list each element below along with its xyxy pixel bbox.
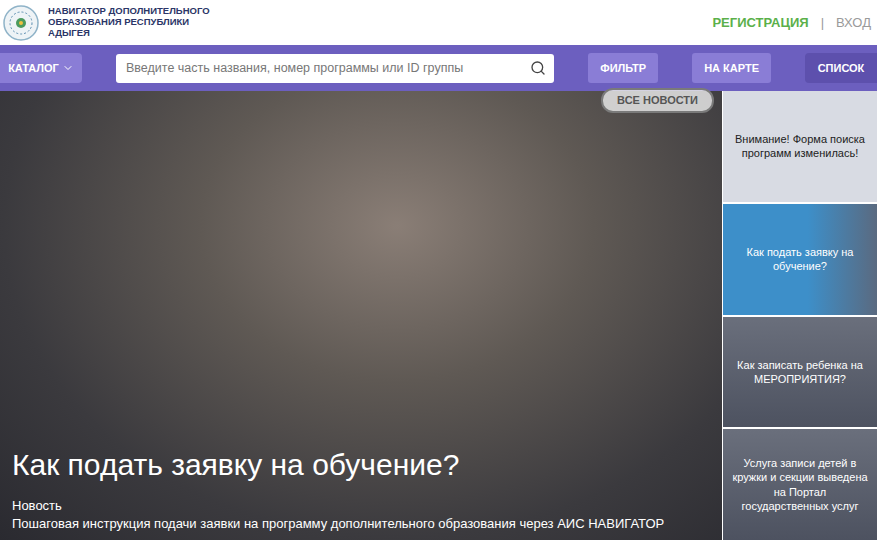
auth: РЕГИСТРАЦИЯ | ВХОД xyxy=(712,15,871,30)
brand[interactable]: НАВИГАТОР ДОПОЛНИТЕЛЬНОГООБРАЗОВАНИЯ РЕС… xyxy=(2,4,210,42)
news-card[interactable]: Как подать заявку на обучение? xyxy=(723,204,877,315)
view-buttons: ФИЛЬТР НА КАРТЕ СПИСОК xyxy=(588,53,877,83)
news-card[interactable]: Как записать ребенка на МЕРОПРИЯТИЯ? xyxy=(723,317,877,428)
news-list: Внимание! Форма поиска программ изменила… xyxy=(723,91,877,540)
news-card[interactable]: Услуга записи детей в кружки и секции вы… xyxy=(723,429,877,540)
hero-title: Как подать заявку на обучение? xyxy=(12,448,710,483)
toolbar-button[interactable]: СПИСОК xyxy=(805,53,877,83)
search-icon[interactable] xyxy=(530,60,546,76)
login-link[interactable]: ВХОД xyxy=(836,15,871,30)
toolbar: КАТАЛОГ Введите часть названия, номер про… xyxy=(0,45,877,91)
main: ВСЕ НОВОСТИ Как подать заявку на обучение… xyxy=(0,91,877,540)
header: НАВИГАТОР ДОПОЛНИТЕЛЬНОГООБРАЗОВАНИЯ РЕС… xyxy=(0,0,877,45)
search-field[interactable]: Введите часть названия, номер программы … xyxy=(116,54,554,83)
catalog-button[interactable]: КАТАЛОГ xyxy=(0,53,82,83)
separator: | xyxy=(821,15,824,30)
hero-description: Пошаговая инструкция подачи заявки на пр… xyxy=(12,516,710,532)
logo-icon xyxy=(2,4,40,42)
toolbar-button[interactable]: ФИЛЬТР xyxy=(588,53,658,83)
register-link[interactable]: РЕГИСТРАЦИЯ xyxy=(712,15,808,30)
chevron-down-icon xyxy=(62,62,74,74)
hero-news[interactable]: ВСЕ НОВОСТИ Как подать заявку на обучение… xyxy=(0,91,722,540)
all-news-button[interactable]: ВСЕ НОВОСТИ xyxy=(601,88,714,113)
page: НАВИГАТОР ДОПОЛНИТЕЛЬНОГООБРАЗОВАНИЯ РЕС… xyxy=(0,0,877,540)
toolbar-button[interactable]: НА КАРТЕ xyxy=(692,53,771,83)
news-card[interactable]: Внимание! Форма поиска программ изменила… xyxy=(723,91,877,202)
brand-title: НАВИГАТОР ДОПОЛНИТЕЛЬНОГООБРАЗОВАНИЯ РЕС… xyxy=(48,6,210,39)
search-placeholder: Введите часть названия, номер программы … xyxy=(126,61,524,75)
hero-category: Новость xyxy=(12,498,710,513)
